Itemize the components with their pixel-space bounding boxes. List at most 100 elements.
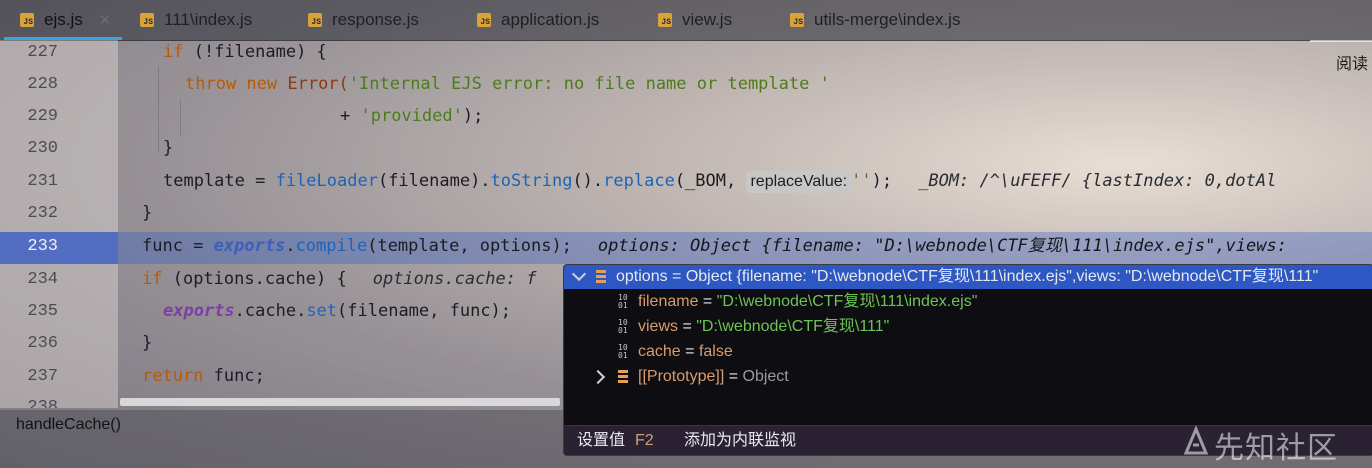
tab-utils-merge-index-js[interactable]: JS utils-merge\index.js: [790, 0, 960, 40]
primitive-icon: 10 01: [618, 292, 628, 310]
line-number: 228: [27, 75, 58, 94]
tab-label: response.js: [332, 10, 419, 29]
code-string: '': [851, 171, 872, 191]
code-function: compile: [295, 236, 368, 256]
code-exports: exports: [213, 236, 286, 256]
tab-view-js[interactable]: JS view.js: [658, 0, 732, 40]
field-value: Object: [742, 368, 789, 385]
close-icon[interactable]: ✕: [99, 11, 112, 29]
inline-debug-value[interactable]: _BOM: /^\uFEFF/ {lastIndex: 0,dotAl: [918, 171, 1276, 191]
code-text: +: [340, 106, 361, 126]
object-icon: [596, 269, 606, 284]
code-keyword: if: [163, 42, 184, 62]
code-text: template =: [163, 171, 276, 191]
tab-111-index-js[interactable]: JS 111\index.js: [140, 0, 252, 40]
code-line-233[interactable]: func = exports.compile(template, options…: [118, 230, 1372, 262]
watermark-logo-icon: [1183, 425, 1209, 455]
code-text: (template, options);: [367, 236, 572, 256]
line-number: 234: [27, 270, 58, 289]
tab-label: utils-merge\index.js: [814, 10, 961, 29]
tab-application-js[interactable]: JS application.js: [477, 0, 599, 40]
add-inline-watch-action[interactable]: 添加为内联监视: [684, 426, 796, 455]
popup-selected-row[interactable]: options = Object {filename: "D:\webnode\…: [564, 265, 1372, 289]
code-text: (filename, func);: [337, 301, 512, 321]
code-line-230[interactable]: }: [118, 132, 1372, 164]
code-text: ().: [572, 171, 604, 191]
chevron-down-icon[interactable]: [571, 266, 587, 282]
field-name: [[Prototype]]: [638, 368, 725, 385]
field-eq: =: [724, 368, 743, 385]
code-text: (filename).: [377, 171, 491, 191]
code-text: .cache.: [234, 301, 307, 321]
popup-header-text: options = Object {filename: "D:\webnode\…: [616, 268, 1319, 285]
line-number: 232: [27, 204, 58, 223]
field-name: filename: [638, 293, 699, 310]
code-line-227[interactable]: if (!filename) {: [118, 36, 1372, 68]
line-number: 236: [27, 334, 58, 353]
code-keyword: throw new: [185, 74, 288, 94]
code-string: 'provided': [360, 106, 463, 126]
code-keyword: if: [142, 269, 163, 289]
code-line-229[interactable]: + 'provided');: [118, 100, 1372, 132]
line-number: 237: [27, 367, 58, 386]
horizontal-scrollbar[interactable]: [120, 398, 560, 406]
code-text: (_BOM,: [674, 171, 747, 191]
line-number: 231: [27, 172, 58, 191]
code-function: toString: [490, 171, 573, 191]
chevron-right-icon[interactable]: [590, 369, 606, 385]
popup-field-filename[interactable]: 10 01 filename = "D:\webnode\CTF复现\111\ind…: [618, 289, 977, 314]
tab-label: view.js: [682, 10, 733, 29]
code-text: );: [462, 106, 484, 126]
field-name: views: [638, 318, 679, 335]
code-text: func =: [142, 236, 214, 256]
code-string: 'Internal EJS error: no file name or tem…: [348, 74, 830, 94]
field-name: cache: [638, 343, 681, 360]
code-text: );: [871, 171, 893, 191]
inline-debug-value[interactable]: options: Object {filename: "D:\webnode\C…: [598, 236, 1297, 256]
primitive-icon: 10 01: [618, 317, 628, 335]
code-text: }: [142, 203, 153, 223]
js-file-icon: JS: [477, 13, 491, 27]
breadcrumb[interactable]: handleCache(): [16, 416, 121, 434]
field-value: "D:\webnode\CTF复现\111": [696, 318, 890, 335]
popup-field-prototype[interactable]: [[Prototype]] = Object: [618, 364, 789, 389]
code-text: }: [142, 333, 153, 353]
field-value: false: [698, 343, 733, 360]
js-file-icon: JS: [20, 13, 34, 27]
line-number-current: 233: [27, 237, 58, 256]
inline-debug-value[interactable]: options.cache: f: [373, 269, 537, 289]
popup-field-views[interactable]: 10 01 views = "D:\webnode\CTF复现\111": [618, 314, 889, 339]
tab-response-js[interactable]: JS response.js: [308, 0, 419, 40]
line-number: 229: [27, 107, 58, 126]
set-value-label: 设置值: [577, 432, 626, 449]
code-text: (options.cache) {: [162, 269, 347, 289]
field-value: "D:\webnode\CTF复现\111\index.ejs": [716, 293, 978, 310]
object-icon: [618, 369, 628, 384]
js-file-icon: JS: [658, 13, 672, 27]
shortcut-key: F2: [635, 432, 654, 449]
code-line-231[interactable]: template = fileLoader(filename).toString…: [118, 165, 1372, 197]
watermark-text: 先知社区: [1214, 431, 1338, 466]
code-text: .: [285, 236, 296, 256]
editor-tab-bar: JS ejs.js ✕ JS 111\index.js JS response.…: [0, 0, 1372, 41]
line-number: 230: [27, 139, 58, 158]
field-eq: =: [698, 293, 717, 310]
line-number: 238: [27, 398, 58, 408]
code-line-232[interactable]: }: [118, 197, 1372, 229]
code-keyword: return: [142, 366, 204, 386]
tab-label: 111\index.js: [164, 10, 253, 29]
popup-field-cache[interactable]: 10 01 cache = false: [618, 339, 733, 364]
field-eq: =: [678, 318, 697, 335]
code-text: (!filename) {: [183, 42, 327, 62]
parameter-hint: replaceValue:: [746, 171, 852, 193]
field-eq: =: [680, 343, 699, 360]
js-file-icon: JS: [308, 13, 322, 27]
code-text: func;: [203, 366, 265, 386]
tab-label: ejs.js: [44, 10, 83, 29]
tab-ejs-js[interactable]: JS ejs.js ✕: [20, 0, 111, 40]
code-line-228[interactable]: throw new Error('Internal EJS error: no …: [118, 68, 1372, 100]
js-file-icon: JS: [790, 13, 804, 27]
set-value-action[interactable]: 设置值 F2: [577, 426, 654, 455]
tab-label: application.js: [501, 10, 600, 29]
code-text: }: [163, 138, 174, 158]
